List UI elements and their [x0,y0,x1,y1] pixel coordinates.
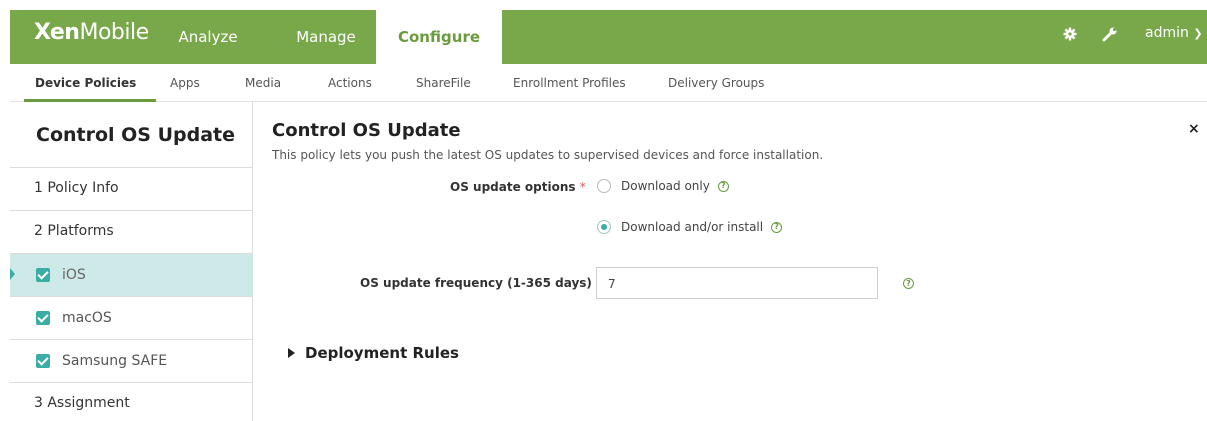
radio-label: Download only [621,179,710,193]
nav-manage[interactable]: Manage [276,10,376,64]
sub-navigation: Device Policies Apps Media Actions Share… [10,64,1207,102]
step-platforms[interactable]: 2 Platforms [10,211,253,254]
chevron-down-icon: ❯ [1193,27,1203,40]
subnav-apps[interactable]: Apps [170,76,200,90]
ios-checkbox[interactable] [36,268,50,282]
os-update-frequency-label: OS update frequency (1-365 days) * [360,276,602,290]
platform-ios[interactable]: iOS [10,254,253,297]
radio-button-selected[interactable] [597,220,611,234]
wrench-icon[interactable] [1102,26,1118,46]
nav-configure[interactable]: Configure [376,10,502,64]
subnav-actions[interactable]: Actions [328,76,372,90]
help-icon[interactable]: ? [717,180,729,192]
page-description: This policy lets you push the latest OS … [272,148,824,162]
help-icon[interactable]: ? [903,278,914,289]
gear-icon[interactable] [1063,26,1077,45]
platform-label: iOS [62,267,86,283]
radio-label: Download and/or install [621,220,764,234]
radio-download-and-install[interactable]: Download and/or install ? [597,220,783,234]
sidebar-title: Control OS Update [10,102,253,168]
active-step-marker [10,268,15,280]
subnav-media[interactable]: Media [245,76,281,90]
radio-button[interactable] [597,179,611,193]
policy-steps-sidebar: Control OS Update 1 Policy Info 2 Platfo… [10,102,253,421]
platform-label: Samsung SAFE [62,353,168,369]
step-assignment[interactable]: 3 Assignment [10,383,253,421]
user-menu[interactable]: admin ❯ [1145,25,1203,41]
platform-label: macOS [62,310,112,326]
platform-samsung-safe[interactable]: Samsung SAFE [10,340,253,383]
deployment-rules-label: Deployment Rules [305,344,459,362]
deployment-rules-toggle[interactable]: Deployment Rules [288,344,459,362]
os-update-options-label: OS update options * [450,180,586,194]
platform-macos[interactable]: macOS [10,297,253,340]
subnav-device-policies[interactable]: Device Policies [35,76,136,90]
radio-download-only[interactable]: Download only ? [597,179,729,193]
user-name: admin [1145,25,1189,41]
close-icon[interactable]: × [1188,121,1200,137]
macos-checkbox[interactable] [36,311,50,325]
xenmobile-logo[interactable]: XenMobile [34,20,149,45]
subnav-enrollment-profiles[interactable]: Enrollment Profiles [513,76,626,90]
help-icon[interactable]: ? [771,221,783,233]
top-bar: XenMobile Analyze Manage Configure admin… [0,0,1207,64]
samsung-safe-checkbox[interactable] [36,354,50,368]
os-update-frequency-input[interactable]: 7 [596,267,878,299]
subnav-sharefile[interactable]: ShareFile [416,76,471,90]
caret-right-icon [288,348,295,358]
subnav-delivery-groups[interactable]: Delivery Groups [668,76,764,90]
page-title: Control OS Update [272,120,461,141]
nav-analyze[interactable]: Analyze [162,10,254,64]
step-policy-info[interactable]: 1 Policy Info [10,168,253,211]
